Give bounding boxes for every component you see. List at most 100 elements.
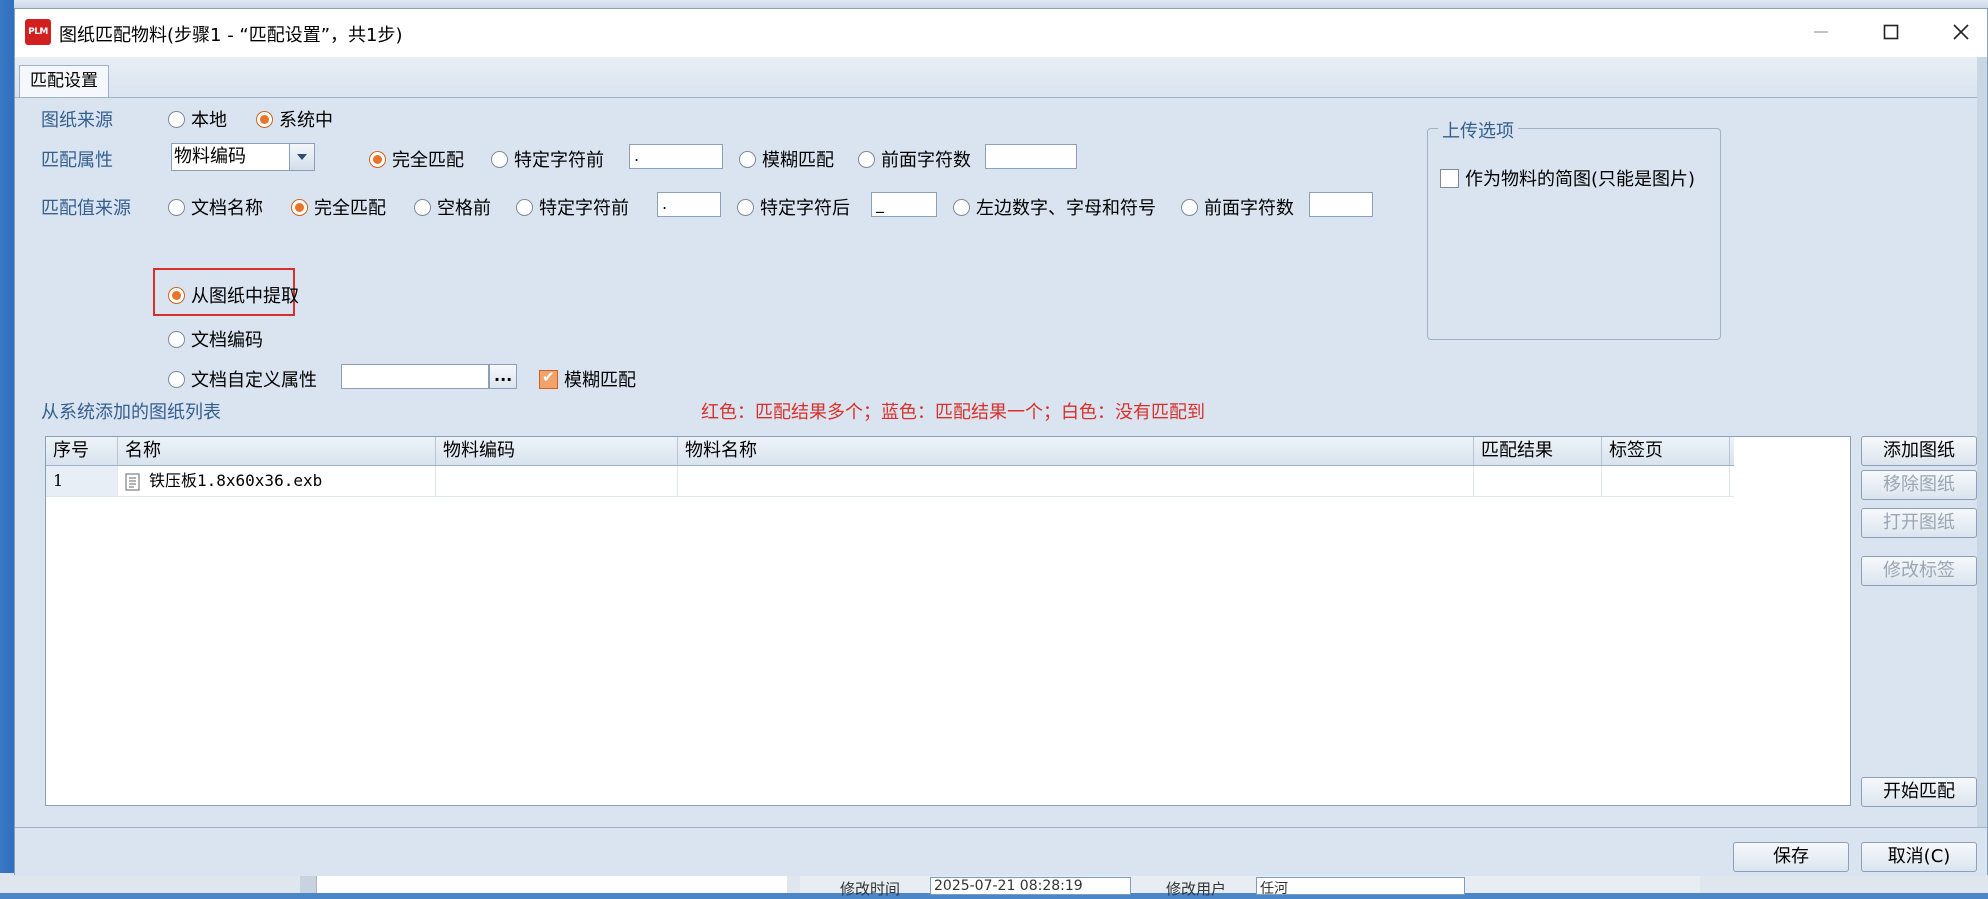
match-attr-label: 匹配属性 — [41, 150, 113, 171]
thumb-checkbox[interactable]: 作为物料的简图(只能是图片) — [1440, 165, 1695, 191]
list-title: 从系统添加的图纸列表 — [41, 402, 221, 423]
radio-indicator — [291, 198, 308, 216]
close-button[interactable] — [1939, 15, 1983, 49]
source-label: 图纸来源 — [41, 110, 113, 131]
radio-label: 系统中 — [279, 110, 333, 131]
cell-match-result — [1474, 466, 1602, 496]
col-match-result[interactable]: 匹配结果 — [1474, 437, 1602, 465]
background-panel — [316, 873, 787, 893]
edit-tag-button[interactable]: 修改标签 — [1861, 556, 1977, 586]
checkbox-label: 作为物料的简图(只能是图片) — [1465, 169, 1696, 190]
radio-indicator — [168, 198, 185, 216]
attr-before-char-input[interactable]: . — [629, 144, 723, 169]
radio-indicator — [516, 198, 533, 216]
radio-indicator — [739, 150, 756, 168]
checkbox-indicator — [539, 368, 558, 389]
start-match-button[interactable]: 开始匹配 — [1861, 777, 1977, 807]
radio-label: 特定字符前 — [539, 198, 629, 219]
match-attr-combo[interactable]: 物料编码 — [171, 143, 315, 171]
window-title: 图纸匹配物料(步骤1 - “匹配设置”，共1步) — [59, 25, 403, 46]
radio-indicator — [737, 198, 754, 216]
col-name[interactable]: 名称 — [118, 437, 436, 465]
attr-before-char-radio[interactable]: 特定字符前 — [491, 146, 604, 172]
combo-value: 物料编码 — [174, 146, 246, 167]
custom-attr-browse-button[interactable]: ... — [489, 364, 517, 389]
cell-name: 铁压板1.8x60x36.exb — [118, 466, 436, 496]
radio-indicator — [953, 198, 970, 216]
value-before-char-input[interactable]: . — [657, 192, 721, 217]
value-before-char-radio[interactable]: 特定字符前 — [516, 194, 629, 220]
radio-label: 完全匹配 — [392, 150, 464, 171]
value-after-char-radio[interactable]: 特定字符后 — [737, 194, 850, 220]
attr-exact-radio[interactable]: 完全匹配 — [369, 146, 464, 172]
radio-label: 特定字符前 — [514, 150, 604, 171]
value-custom-attr-radio[interactable]: 文档自定义属性 — [168, 366, 317, 392]
background-app-bottom: 修改时间 2025-07-21 08:28:19 修改用户 任河 — [0, 873, 1988, 898]
radio-indicator — [256, 110, 273, 128]
radio-label: 文档编码 — [191, 330, 263, 351]
col-tab-page[interactable]: 标签页 — [1602, 437, 1730, 465]
value-doc-name-radio[interactable]: 文档名称 — [168, 194, 263, 220]
radio-label: 模糊匹配 — [762, 150, 834, 171]
radio-label: 完全匹配 — [314, 198, 386, 219]
attr-prefix-count-input[interactable] — [985, 144, 1077, 169]
cancel-button[interactable]: 取消(C) — [1861, 842, 1977, 872]
value-exact-radio[interactable]: 完全匹配 — [291, 194, 386, 220]
radio-indicator — [1181, 198, 1198, 216]
remove-drawing-button[interactable]: 移除图纸 — [1861, 470, 1977, 500]
background-splitter — [300, 873, 316, 893]
value-left-chars-radio[interactable]: 左边数字、字母和符号 — [953, 194, 1156, 220]
value-prefix-count-radio[interactable]: 前面字符数 — [1181, 194, 1294, 220]
drawing-table[interactable]: 序号 名称 物料编码 物料名称 匹配结果 标签页 1 铁压板1.8x60x36.… — [45, 436, 1851, 806]
match-value-label: 匹配值来源 — [41, 198, 131, 219]
background-mtime-label: 修改时间 — [840, 880, 901, 898]
value-prefix-count-input[interactable] — [1309, 192, 1373, 217]
dropdown-arrow[interactable] — [289, 144, 314, 170]
tab-match-settings[interactable]: 匹配设置 — [19, 65, 109, 97]
maximize-button[interactable] — [1869, 15, 1913, 49]
table-header: 序号 名称 物料编码 物料名称 匹配结果 标签页 — [46, 437, 1734, 466]
value-doc-code-radio[interactable]: 文档编码 — [168, 326, 263, 352]
source-local-radio[interactable]: 本地 — [168, 106, 227, 132]
fuzzy-match-checkbox[interactable]: 模糊匹配 — [539, 366, 636, 392]
cell-material-name — [678, 466, 1474, 496]
custom-attr-input[interactable] — [341, 364, 489, 389]
settings-panel: 图纸来源 本地 系统中 匹配属性 物料编码 完全匹配 特定字符前 . 模糊匹配 … — [15, 98, 1987, 828]
radio-label: 左边数字、字母和符号 — [976, 198, 1156, 219]
cell-tab-page — [1602, 466, 1730, 496]
attr-prefix-count-radio[interactable]: 前面字符数 — [858, 146, 971, 172]
value-after-char-input[interactable]: _ — [871, 192, 937, 217]
col-seq[interactable]: 序号 — [46, 437, 118, 465]
radio-indicator — [369, 150, 386, 168]
radio-label: 从图纸中提取 — [191, 286, 299, 307]
minimize-icon — [1814, 31, 1828, 33]
document-icon — [125, 473, 140, 490]
upload-options-group: 上传选项 作为物料的简图(只能是图片) — [1427, 117, 1721, 340]
radio-indicator — [168, 110, 185, 128]
add-drawing-button[interactable]: 添加图纸 — [1861, 436, 1977, 466]
maximize-icon — [1883, 24, 1899, 40]
radio-indicator — [491, 150, 508, 168]
save-button[interactable]: 保存 — [1733, 842, 1849, 872]
radio-indicator — [414, 198, 431, 216]
col-material-code[interactable]: 物料编码 — [436, 437, 678, 465]
table-row[interactable]: 1 铁压板1.8x60x36.exb — [46, 466, 1734, 497]
source-system-radio[interactable]: 系统中 — [256, 106, 333, 132]
plm-app-icon: PLM — [25, 19, 51, 45]
close-icon — [1953, 24, 1969, 40]
title-bar[interactable]: PLM 图纸匹配物料(步骤1 - “匹配设置”，共1步) — [15, 9, 1987, 57]
radio-label: 前面字符数 — [1204, 198, 1294, 219]
value-before-space-radio[interactable]: 空格前 — [414, 194, 491, 220]
open-drawing-button[interactable]: 打开图纸 — [1861, 508, 1977, 538]
background-mtime-value: 2025-07-21 08:28:19 — [930, 877, 1131, 895]
radio-label: 文档自定义属性 — [191, 370, 317, 391]
col-material-name[interactable]: 物料名称 — [678, 437, 1474, 465]
background-muser-value: 任河 — [1256, 877, 1465, 895]
background-app-left — [0, 0, 14, 893]
cell-seq: 1 — [46, 466, 118, 496]
minimize-button[interactable] — [1799, 15, 1843, 49]
attr-fuzzy-radio[interactable]: 模糊匹配 — [739, 146, 834, 172]
radio-indicator — [168, 330, 185, 348]
upload-options-legend: 上传选项 — [1438, 117, 1518, 143]
value-extract-radio[interactable]: 从图纸中提取 — [168, 282, 299, 308]
